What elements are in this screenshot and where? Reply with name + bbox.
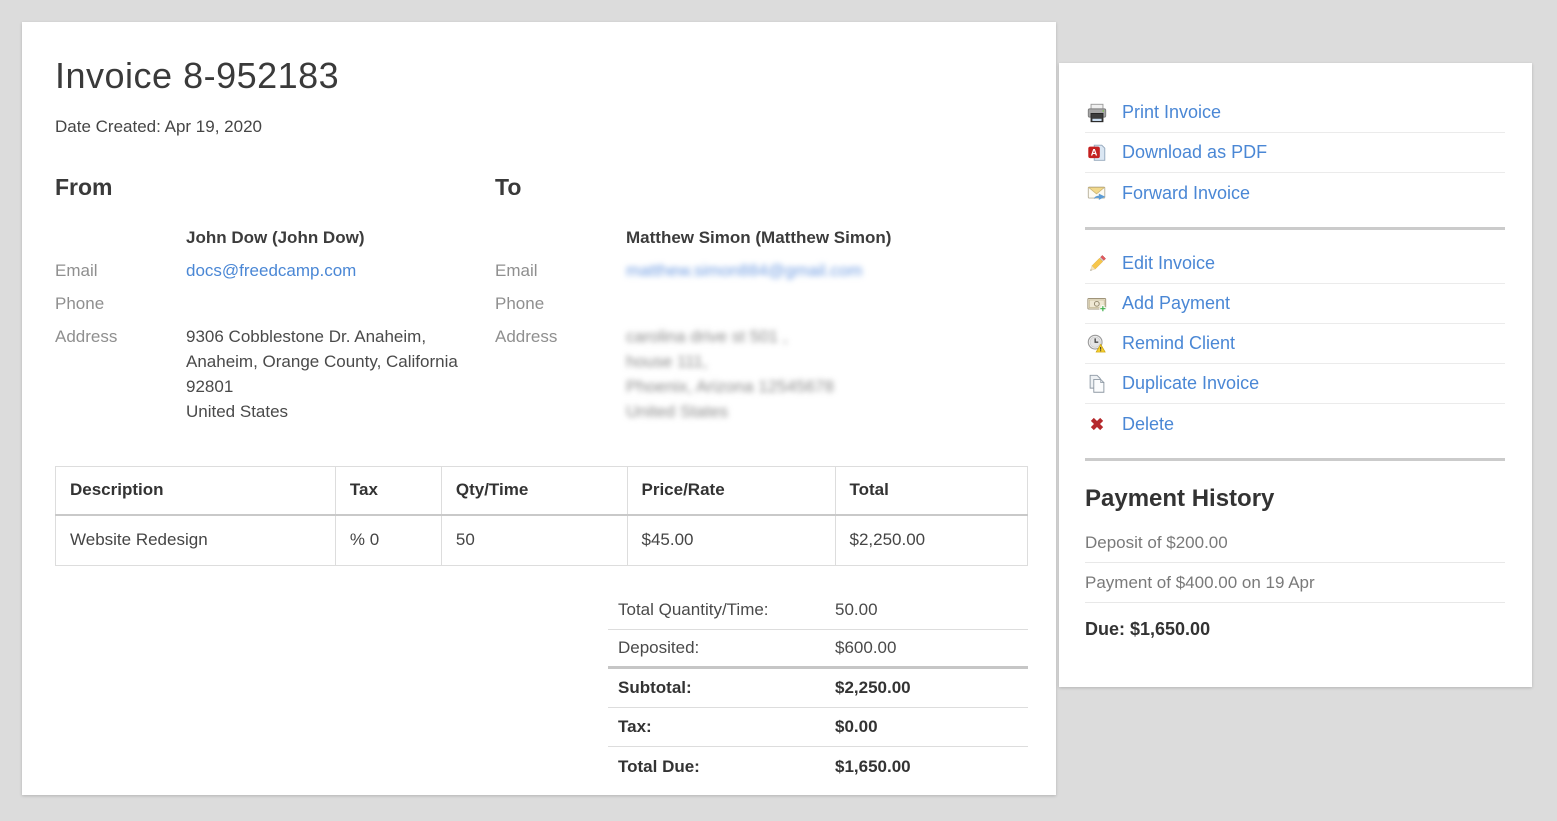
duplicate-invoice-link[interactable]: Duplicate Invoice (1122, 373, 1259, 394)
actions-primary-group: Print Invoice A Download as PDF Forward (1085, 93, 1505, 213)
cell-qty-time: 50 (441, 515, 627, 566)
from-email-label: Email (55, 258, 186, 283)
cash-plus-icon (1085, 293, 1109, 315)
action-forward-invoice[interactable]: Forward Invoice (1085, 173, 1505, 213)
from-name: John Dow (John Dow) (186, 225, 364, 250)
payment-history-entry-deposit: Deposit of $200.00 (1085, 523, 1505, 563)
payment-history-heading: Payment History (1085, 485, 1505, 513)
from-address-value: 9306 Cobblestone Dr. Anaheim, Anaheim, O… (186, 324, 458, 424)
pencil-icon (1085, 253, 1109, 275)
from-phone-label: Phone (55, 291, 186, 316)
section-divider (1085, 227, 1505, 230)
totals-section: Total Quantity/Time: 50.00 Deposited: $6… (608, 591, 1028, 786)
invoice-items-table: Description Tax Qty/Time Price/Rate Tota… (55, 466, 1028, 566)
col-description: Description (56, 467, 336, 515)
from-name-row: John Dow (John Dow) (55, 225, 495, 250)
action-duplicate-invoice[interactable]: Duplicate Invoice (1085, 364, 1505, 404)
from-address-row: Address 9306 Cobblestone Dr. Anaheim, An… (55, 324, 495, 424)
section-divider (1085, 458, 1505, 461)
print-invoice-link[interactable]: Print Invoice (1122, 102, 1221, 123)
clock-alert-icon (1085, 333, 1109, 355)
from-section: From John Dow (John Dow) Email docs@free… (55, 174, 495, 432)
red-x-icon (1085, 413, 1109, 435)
to-address-row: Address carolina drive st 501 , house 11… (495, 324, 1028, 424)
to-name-row: Matthew Simon (Matthew Simon) (495, 225, 1028, 250)
from-address-label: Address (55, 324, 186, 424)
col-qty-time: Qty/Time (441, 467, 627, 515)
actions-secondary-group: Edit Invoice Add Payment (1085, 244, 1505, 444)
to-phone-row: Phone (495, 291, 1028, 316)
to-address-label: Address (495, 324, 626, 424)
svg-text:A: A (1091, 147, 1098, 157)
download-pdf-link[interactable]: Download as PDF (1122, 142, 1267, 163)
to-email-label: Email (495, 258, 626, 283)
from-phone-row: Phone (55, 291, 495, 316)
copy-icon (1085, 373, 1109, 395)
add-payment-link[interactable]: Add Payment (1122, 293, 1230, 314)
to-name: Matthew Simon (Matthew Simon) (626, 225, 891, 250)
col-price-rate: Price/Rate (627, 467, 835, 515)
action-add-payment[interactable]: Add Payment (1085, 284, 1505, 324)
invoice-card: Invoice 8-952183 Date Created: Apr 19, 2… (22, 22, 1056, 795)
page-title: Invoice 8-952183 (55, 55, 1028, 97)
to-phone-label: Phone (495, 291, 626, 316)
to-heading: To (495, 174, 1028, 201)
action-delete[interactable]: Delete (1085, 404, 1505, 444)
to-email-row: Email matthew.simon884@gmail.com (495, 258, 1028, 283)
actions-card: Print Invoice A Download as PDF Forward (1059, 63, 1532, 687)
action-remind-client[interactable]: Remind Client (1085, 324, 1505, 364)
col-total: Total (835, 467, 1028, 515)
printer-icon (1085, 102, 1109, 124)
deposited-row: Deposited: $600.00 (608, 630, 1028, 669)
parties-section: From John Dow (John Dow) Email docs@free… (55, 174, 1028, 432)
pdf-icon: A (1085, 142, 1109, 164)
from-email-row: Email docs@freedcamp.com (55, 258, 495, 283)
payment-history-due: Due: $1,650.00 (1085, 619, 1505, 640)
action-edit-invoice[interactable]: Edit Invoice (1085, 244, 1505, 284)
tax-row: Tax: $0.00 (608, 708, 1028, 747)
delete-link[interactable]: Delete (1122, 414, 1174, 435)
edit-invoice-link[interactable]: Edit Invoice (1122, 253, 1215, 274)
date-created: Date Created: Apr 19, 2020 (55, 117, 1028, 137)
cell-total: $2,250.00 (835, 515, 1028, 566)
cell-description: Website Redesign (56, 515, 336, 566)
table-header-row: Description Tax Qty/Time Price/Rate Tota… (56, 467, 1028, 515)
subtotal-row: Subtotal: $2,250.00 (608, 669, 1028, 708)
from-heading: From (55, 174, 495, 201)
action-download-pdf[interactable]: A Download as PDF (1085, 133, 1505, 173)
forward-invoice-link[interactable]: Forward Invoice (1122, 183, 1250, 204)
total-quantity-row: Total Quantity/Time: 50.00 (608, 591, 1028, 630)
cell-price-rate: $45.00 (627, 515, 835, 566)
from-email-link[interactable]: docs@freedcamp.com (186, 258, 356, 283)
envelope-forward-icon (1085, 182, 1109, 204)
col-tax: Tax (335, 467, 441, 515)
total-due-row: Total Due: $1,650.00 (608, 747, 1028, 786)
to-email-link-blurred[interactable]: matthew.simon884@gmail.com (626, 258, 862, 283)
to-address-value-blurred: carolina drive st 501 , house 111, Phoen… (626, 324, 834, 424)
remind-client-link[interactable]: Remind Client (1122, 333, 1235, 354)
action-print-invoice[interactable]: Print Invoice (1085, 93, 1505, 133)
table-row: Website Redesign % 0 50 $45.00 $2,250.00 (56, 515, 1028, 566)
payment-history-entry-payment: Payment of $400.00 on 19 Apr (1085, 563, 1505, 603)
to-section: To Matthew Simon (Matthew Simon) Email m… (495, 174, 1028, 432)
cell-tax: % 0 (335, 515, 441, 566)
